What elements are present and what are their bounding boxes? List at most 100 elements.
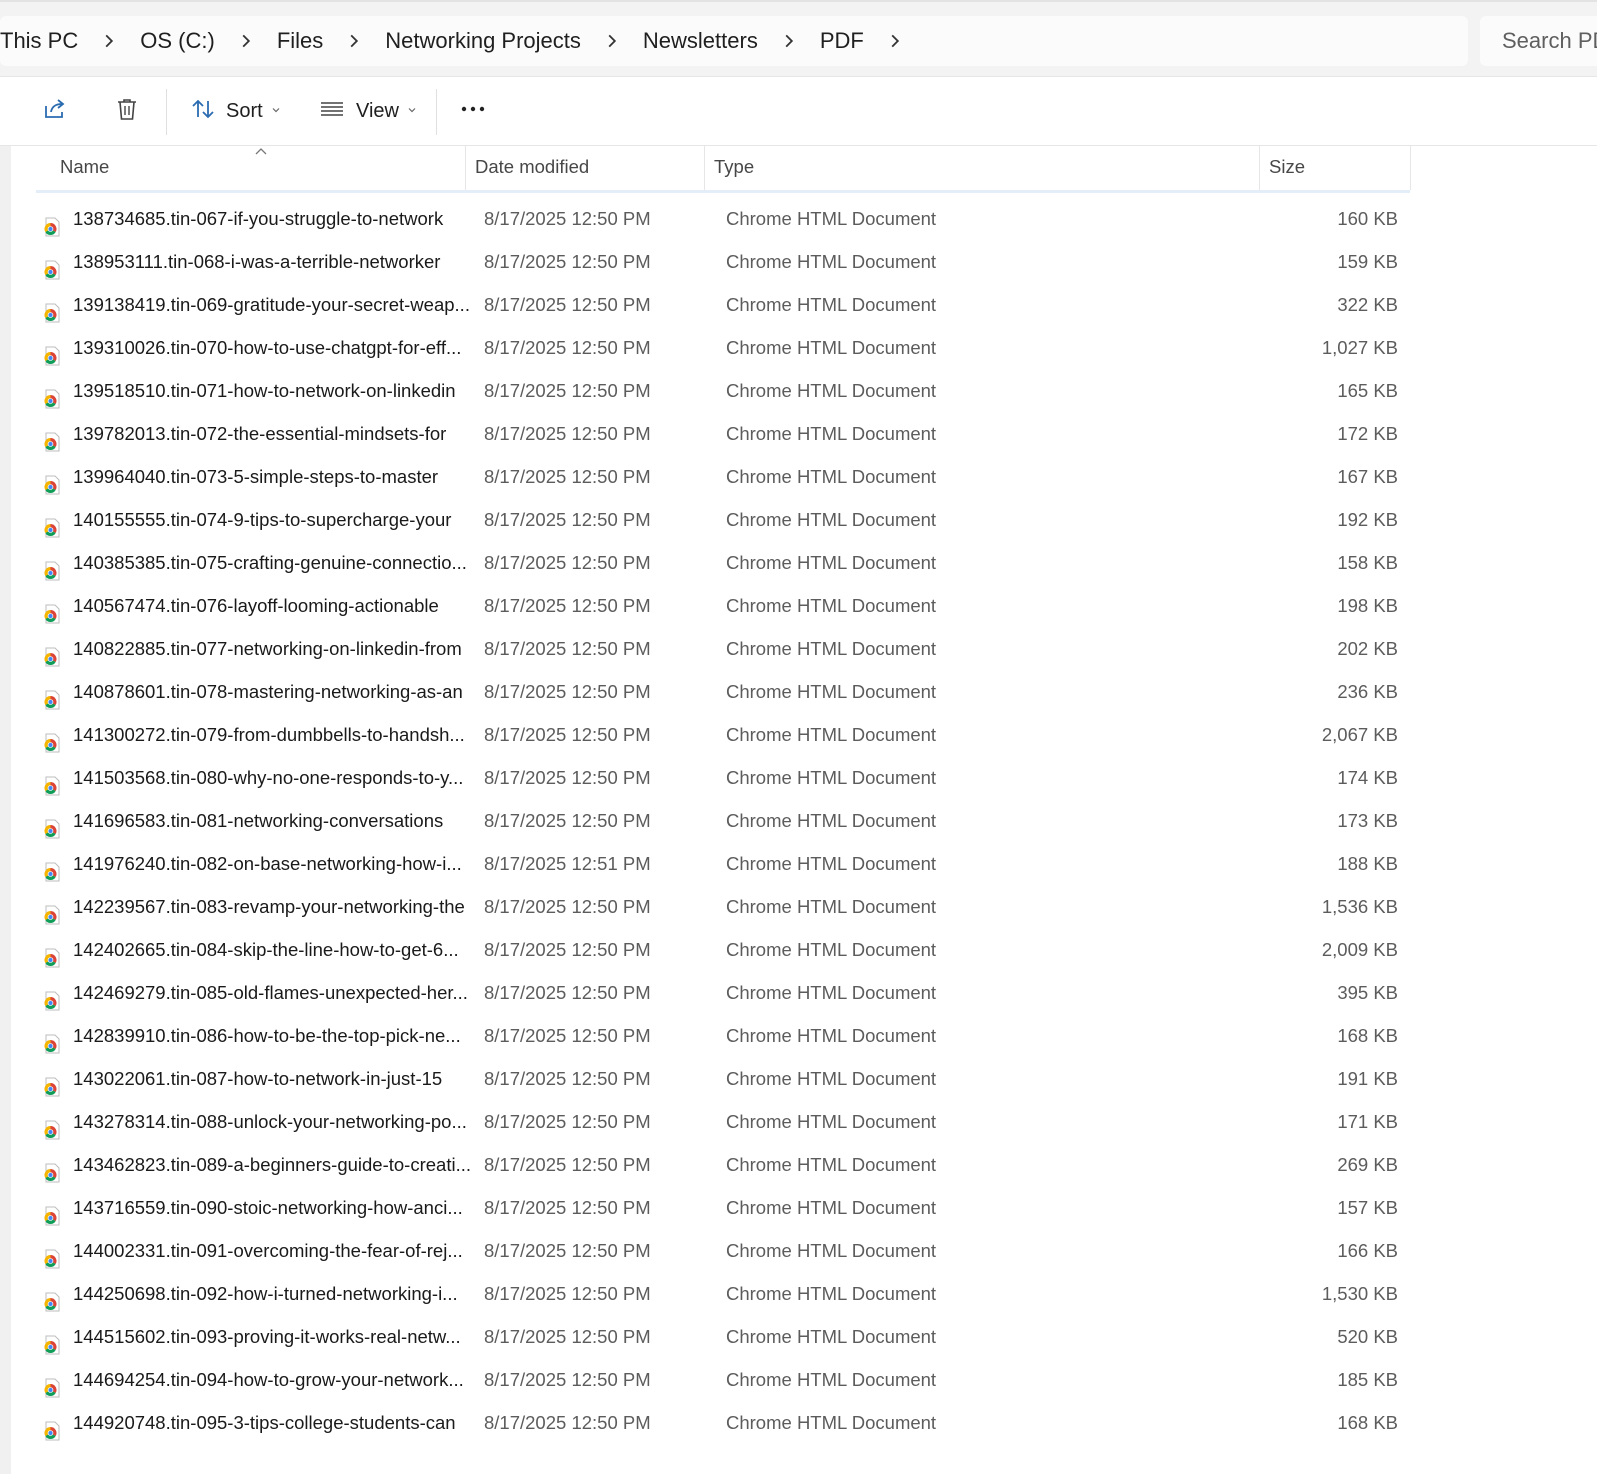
more-options-button[interactable] — [458, 89, 488, 133]
file-row[interactable]: 141976240.tin-082-on-base-networking-how… — [36, 842, 1410, 885]
chrome-html-file-icon — [42, 1155, 62, 1183]
file-row[interactable]: 141696583.tin-081-networking-conversatio… — [36, 799, 1410, 842]
breadcrumb-os-c[interactable]: OS (C:) — [140, 28, 215, 54]
file-row[interactable]: 143278314.tin-088-unlock-your-networking… — [36, 1100, 1410, 1143]
file-size: 1,027 KB — [1321, 337, 1398, 358]
file-row[interactable]: 144920748.tin-095-3-tips-college-student… — [36, 1401, 1410, 1444]
address-bar: This PC OS (C:) Files Networking Project… — [0, 0, 1597, 76]
column-header-date-modified[interactable]: Date modified — [475, 156, 589, 178]
file-date-modified: 8/17/2025 12:50 PM — [484, 681, 651, 702]
file-row[interactable]: 138734685.tin-067-if-you-struggle-to-net… — [36, 197, 1410, 240]
file-type: Chrome HTML Document — [726, 810, 937, 831]
file-row[interactable]: 142239567.tin-083-revamp-your-networking… — [36, 885, 1410, 928]
chevron-down-icon — [271, 102, 281, 120]
chevron-right-icon[interactable] — [581, 26, 643, 56]
column-divider[interactable] — [704, 146, 705, 190]
file-row[interactable]: 139310026.tin-070-how-to-use-chatgpt-for… — [36, 326, 1410, 369]
file-name: 140878601.tin-078-mastering-networking-a… — [73, 681, 463, 702]
file-name: 141976240.tin-082-on-base-networking-how… — [73, 853, 462, 874]
file-name: 139964040.tin-073-5-simple-steps-to-mast… — [73, 466, 439, 487]
file-size: 191 KB — [1337, 1068, 1398, 1089]
chevron-right-icon[interactable] — [758, 26, 820, 56]
chevron-right-icon[interactable] — [78, 26, 140, 56]
file-row[interactable]: 144515602.tin-093-proving-it-works-real-… — [36, 1315, 1410, 1358]
file-name: 138953111.tin-068-i-was-a-terrible-netwo… — [73, 251, 441, 272]
column-header-name[interactable]: Name — [60, 156, 109, 178]
trash-icon — [114, 96, 140, 127]
file-name: 144920748.tin-095-3-tips-college-student… — [73, 1412, 456, 1433]
breadcrumb-pdf[interactable]: PDF — [820, 28, 864, 54]
file-row[interactable]: 142839910.tin-086-how-to-be-the-top-pick… — [36, 1014, 1410, 1057]
chrome-html-file-icon — [42, 897, 62, 925]
file-type: Chrome HTML Document — [726, 1111, 937, 1132]
file-row[interactable]: 140385385.tin-075-crafting-genuine-conne… — [36, 541, 1410, 584]
column-header-size[interactable]: Size — [1269, 156, 1305, 178]
file-type: Chrome HTML Document — [726, 595, 937, 616]
breadcrumb-newsletters[interactable]: Newsletters — [643, 28, 758, 54]
column-header-type[interactable]: Type — [714, 156, 754, 178]
file-type: Chrome HTML Document — [726, 423, 937, 444]
file-row[interactable]: 144250698.tin-092-how-i-turned-networkin… — [36, 1272, 1410, 1315]
file-type: Chrome HTML Document — [726, 681, 937, 702]
file-row[interactable]: 139518510.tin-071-how-to-network-on-link… — [36, 369, 1410, 412]
file-name: 144250698.tin-092-how-i-turned-networkin… — [73, 1283, 458, 1304]
file-date-modified: 8/17/2025 12:50 PM — [484, 208, 651, 229]
file-name: 139518510.tin-071-how-to-network-on-link… — [73, 380, 456, 401]
file-row[interactable]: 140567474.tin-076-layoff-looming-actiona… — [36, 584, 1410, 627]
file-row[interactable]: 140878601.tin-078-mastering-networking-a… — [36, 670, 1410, 713]
chevron-right-icon[interactable] — [215, 26, 277, 56]
file-type: Chrome HTML Document — [726, 1283, 937, 1304]
file-row[interactable]: 142402665.tin-084-skip-the-line-how-to-g… — [36, 928, 1410, 971]
search-input[interactable]: Search PDF — [1480, 16, 1597, 66]
file-size: 167 KB — [1337, 466, 1398, 487]
file-size: 171 KB — [1337, 1111, 1398, 1132]
file-name: 143278314.tin-088-unlock-your-networking… — [73, 1111, 467, 1132]
file-name: 141503568.tin-080-why-no-one-responds-to… — [73, 767, 464, 788]
file-size: 236 KB — [1337, 681, 1398, 702]
column-divider — [1410, 146, 1411, 190]
breadcrumb-networking-projects[interactable]: Networking Projects — [385, 28, 581, 54]
chrome-html-file-icon — [42, 639, 62, 667]
file-row[interactable]: 138953111.tin-068-i-was-a-terrible-netwo… — [36, 240, 1410, 283]
file-date-modified: 8/17/2025 12:50 PM — [484, 251, 651, 272]
file-row[interactable]: 140155555.tin-074-9-tips-to-supercharge-… — [36, 498, 1410, 541]
file-type: Chrome HTML Document — [726, 337, 937, 358]
sort-button[interactable]: Sort — [190, 89, 281, 133]
file-date-modified: 8/17/2025 12:50 PM — [484, 982, 651, 1003]
sort-arrows-icon — [190, 96, 216, 127]
file-row[interactable]: 139964040.tin-073-5-simple-steps-to-mast… — [36, 455, 1410, 498]
chrome-html-file-icon — [42, 725, 62, 753]
file-row[interactable]: 141300272.tin-079-from-dumbbells-to-hand… — [36, 713, 1410, 756]
file-type: Chrome HTML Document — [726, 380, 937, 401]
view-button[interactable]: View — [318, 89, 417, 133]
file-row[interactable]: 143022061.tin-087-how-to-network-in-just… — [36, 1057, 1410, 1100]
column-divider[interactable] — [1259, 146, 1260, 190]
file-date-modified: 8/17/2025 12:50 PM — [484, 552, 651, 573]
file-row[interactable]: 144002331.tin-091-overcoming-the-fear-of… — [36, 1229, 1410, 1272]
chrome-html-file-icon — [42, 682, 62, 710]
file-row[interactable]: 143462823.tin-089-a-beginners-guide-to-c… — [36, 1143, 1410, 1186]
file-type: Chrome HTML Document — [726, 1412, 937, 1433]
delete-button[interactable] — [114, 89, 140, 133]
file-row[interactable]: 139782013.tin-072-the-essential-mindsets… — [36, 412, 1410, 455]
file-size: 520 KB — [1337, 1326, 1398, 1347]
file-size: 395 KB — [1337, 982, 1398, 1003]
chrome-html-file-icon — [42, 338, 62, 366]
file-date-modified: 8/17/2025 12:50 PM — [484, 1025, 651, 1046]
file-row[interactable]: 139138419.tin-069-gratitude-your-secret-… — [36, 283, 1410, 326]
file-name: 141696583.tin-081-networking-conversatio… — [73, 810, 444, 831]
file-row[interactable]: 143716559.tin-090-stoic-networking-how-a… — [36, 1186, 1410, 1229]
file-row[interactable]: 141503568.tin-080-why-no-one-responds-to… — [36, 756, 1410, 799]
file-size: 174 KB — [1337, 767, 1398, 788]
share-button[interactable] — [42, 89, 68, 133]
file-row[interactable]: 140822885.tin-077-networking-on-linkedin… — [36, 627, 1410, 670]
column-divider[interactable] — [465, 146, 466, 190]
breadcrumb-files[interactable]: Files — [277, 28, 323, 54]
chrome-html-file-icon — [42, 1413, 62, 1441]
breadcrumb-this-pc[interactable]: This PC — [0, 28, 78, 54]
chevron-right-icon[interactable] — [864, 26, 926, 56]
file-date-modified: 8/17/2025 12:50 PM — [484, 1111, 651, 1132]
chevron-right-icon[interactable] — [323, 26, 385, 56]
file-row[interactable]: 142469279.tin-085-old-flames-unexpected-… — [36, 971, 1410, 1014]
file-row[interactable]: 144694254.tin-094-how-to-grow-your-netwo… — [36, 1358, 1410, 1401]
